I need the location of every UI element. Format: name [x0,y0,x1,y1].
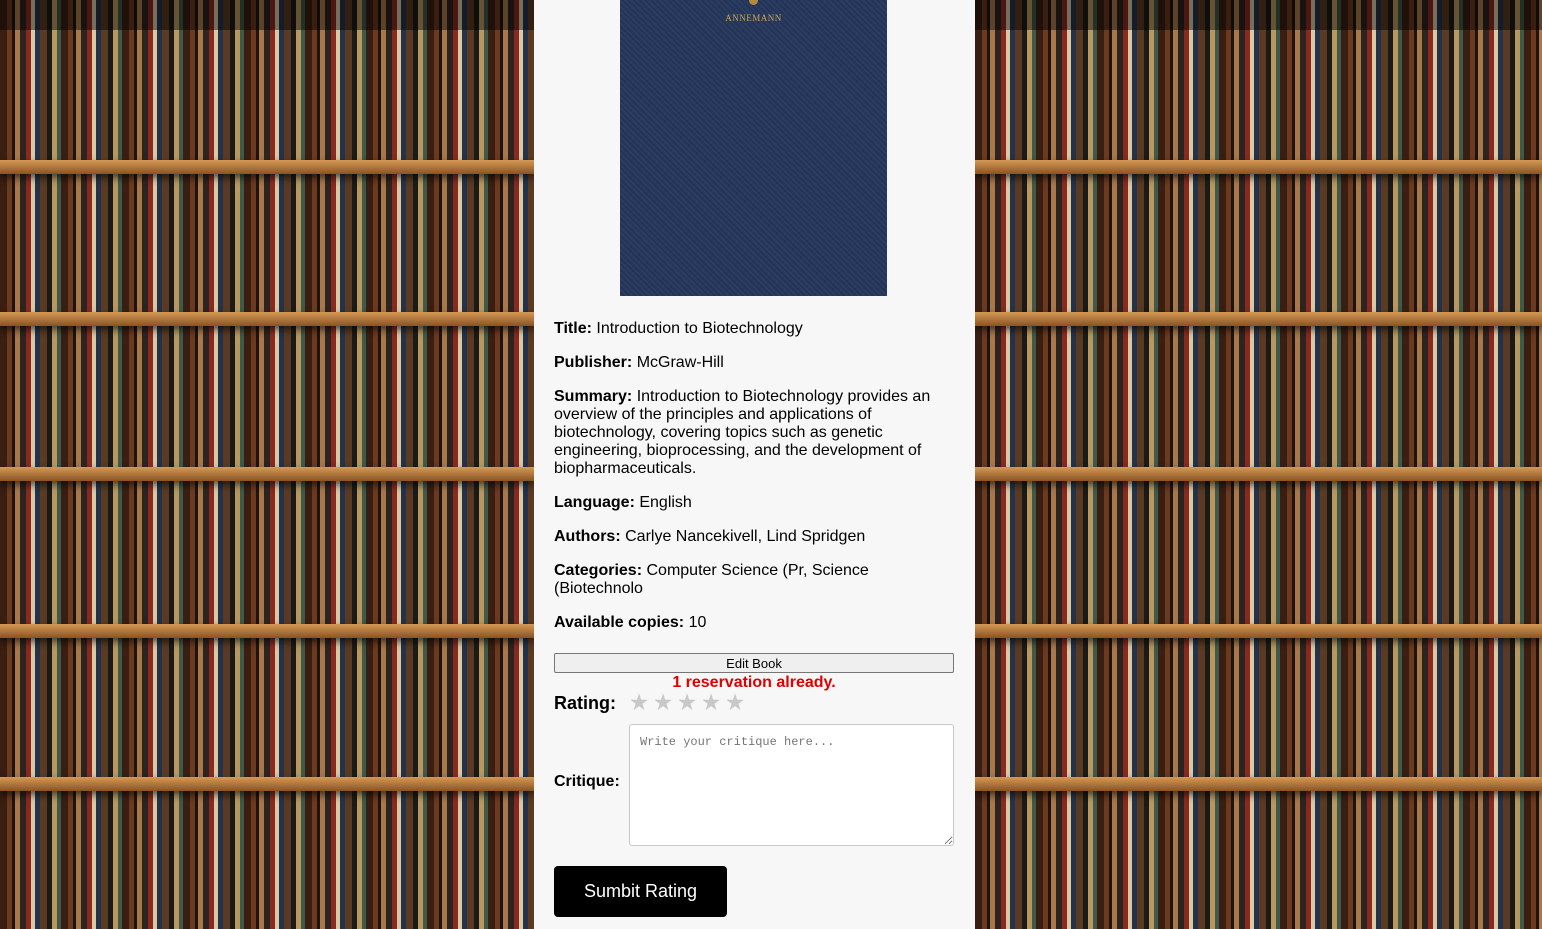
book-categories-row: Categories: Computer Science (Pr, Scienc… [554,562,954,598]
star-icon[interactable]: ★ [627,690,651,714]
summary-label: Summary: [554,388,633,405]
reservation-notice: 1 reservation already. [672,674,836,691]
book-copies: 10 [688,614,707,631]
book-publisher: McGraw-Hill [636,354,724,371]
categories-label: Categories: [554,562,643,579]
book-title: Introduction to Biotechnology [596,320,803,337]
rating-label: Rating: [554,693,616,713]
publisher-label: Publisher: [554,354,633,371]
book-language: English [639,494,692,511]
cover-author-text: ANNEMANN [725,13,782,23]
edit-book-button[interactable]: Edit Book [554,653,954,673]
title-label: Title: [554,320,592,337]
language-label: Language: [554,494,635,511]
book-details-panel: ANNEMANN Title: Introduction to Biotechn… [534,0,975,929]
star-icon[interactable]: ★ [699,690,723,714]
book-language-row: Language: English [554,494,954,512]
cover-emblem [749,0,758,5]
book-summary-row: Summary: Introduction to Biotechnology p… [554,388,954,478]
bookshelf-background-right [975,0,1542,929]
bookshelf-background-left [0,0,534,929]
copies-label: Available copies: [554,614,685,631]
star-icon[interactable]: ★ [675,690,699,714]
submit-rating-button[interactable]: Sumbit Rating [554,866,727,917]
book-copies-row: Available copies: 10 [554,614,954,632]
authors-label: Authors: [554,528,621,545]
critique-textarea[interactable] [629,724,954,846]
critique-label: Critique: [554,773,620,790]
book-title-row: Title: Introduction to Biotechnology [554,320,954,338]
book-authors-row: Authors: Carlye Nancekivell, Lind Spridg… [554,528,954,546]
star-icon[interactable]: ★ [723,690,747,714]
book-publisher-row: Publisher: McGraw-Hill [554,354,954,372]
book-cover-image: ANNEMANN [620,0,887,296]
star-rating: ★ ★ ★ ★ ★ [627,690,747,714]
star-icon[interactable]: ★ [651,690,675,714]
book-authors: Carlye Nancekivell, Lind Spridgen [625,528,866,545]
